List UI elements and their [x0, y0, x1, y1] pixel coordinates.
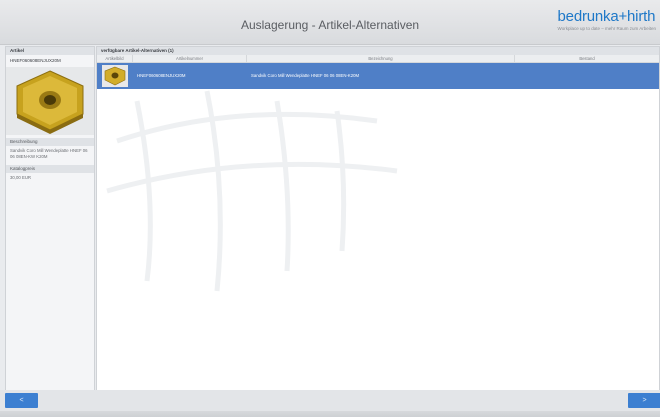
alternatives-panel: verfügbare Artikel-Alternativen (1) Arti…	[96, 46, 660, 391]
description-label: Beschreibung	[6, 138, 94, 146]
description-text: Sandvik Coro Mill Wendeplatte HNEF 06 06…	[10, 148, 88, 159]
col-header-stock[interactable]: Bestand	[515, 55, 659, 62]
col-header-image[interactable]: Artikelbild	[97, 55, 133, 62]
insert-image-icon	[16, 70, 84, 134]
alternatives-title: verfügbare Artikel-Alternativen (1)	[97, 47, 659, 55]
table-header: Artikelbild Artikelnummer Bezeichnung Be…	[97, 55, 659, 63]
col-header-number[interactable]: Artikelnummer	[133, 55, 247, 62]
article-image	[6, 67, 94, 135]
logo-text: bedrunka+hirth	[557, 8, 656, 25]
header-bar: Auslagerung - Artikel-Alternativen bedru…	[0, 0, 660, 45]
col-header-name[interactable]: Bezeichnung	[247, 55, 515, 62]
price-value: 30,00 EUR	[10, 175, 32, 180]
article-code: HNEF060608ENJUX20M	[10, 58, 61, 63]
article-panel-title: Artikel	[6, 47, 94, 55]
price-label: Katalogpreis	[6, 165, 94, 173]
article-panel: Artikel HNEF060608ENJUX20M Beschreibung …	[5, 46, 95, 391]
background-watermark	[106, 90, 398, 292]
bottom-status-strip	[0, 411, 660, 417]
logo-tagline: Workplace up to date – mehr Raum zum Arb…	[557, 26, 656, 31]
previous-button[interactable]: <	[5, 393, 38, 408]
brand-logo: bedrunka+hirth Workplace up to date – me…	[557, 8, 656, 32]
next-button[interactable]: >	[628, 393, 660, 408]
